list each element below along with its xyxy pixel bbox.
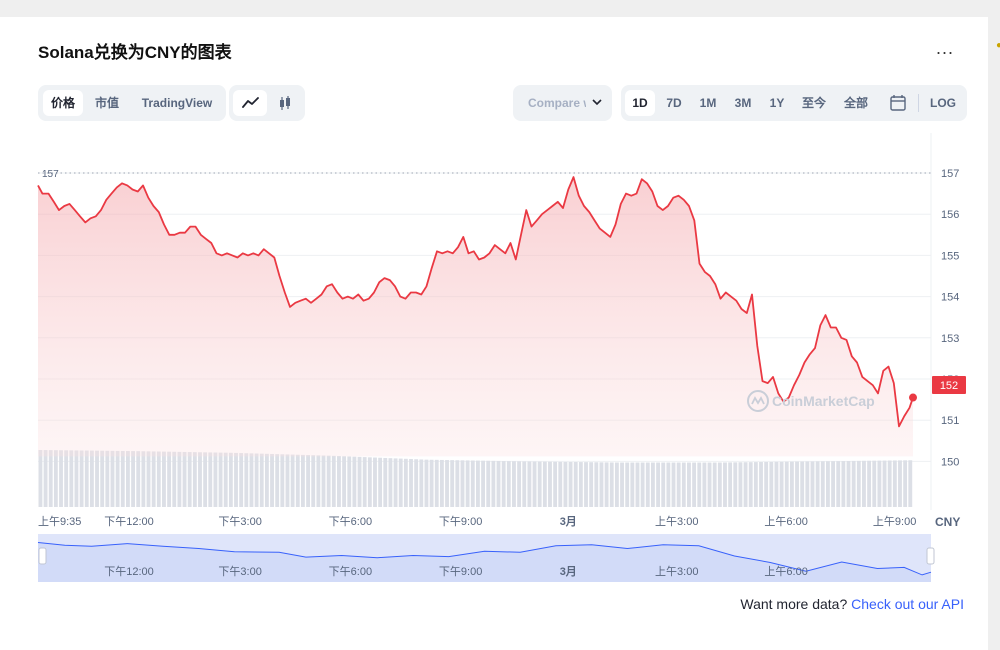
tab-range-all[interactable]: 全部 <box>838 90 874 116</box>
candlestick-icon[interactable] <box>269 90 301 116</box>
more-options-icon[interactable]: ... <box>936 38 954 59</box>
compare-label: Compare with <box>528 96 586 110</box>
chevron-down-icon <box>591 85 603 136</box>
tab-range-1d[interactable]: 1D <box>625 90 655 116</box>
chart-title: Solana兑换为CNY的图表 <box>38 43 232 62</box>
edge-indicator: ● <box>996 40 1000 51</box>
divider <box>918 94 919 112</box>
tab-range-1m[interactable]: 1M <box>693 90 723 116</box>
api-link[interactable]: Check out our API <box>851 596 964 612</box>
chart-style-toggle <box>229 85 305 121</box>
watermark: CoinMarketCap <box>746 389 875 413</box>
calendar-icon[interactable] <box>883 90 913 116</box>
watermark-text: CoinMarketCap <box>772 393 875 409</box>
api-promo: Want more data? Check out our API <box>740 596 964 612</box>
line-chart-icon[interactable] <box>233 90 267 116</box>
tab-price[interactable]: 价格 <box>43 90 83 116</box>
tab-tradingview[interactable]: TradingView <box>133 90 221 116</box>
compare-select[interactable]: Compare with <box>513 85 612 121</box>
tab-range-3m[interactable]: 3M <box>728 90 758 116</box>
tab-range-1y[interactable]: 1Y <box>762 90 792 116</box>
cmc-logo-icon <box>747 390 769 412</box>
log-scale-toggle[interactable]: LOG <box>924 90 962 116</box>
api-prompt: Want more data? <box>740 596 848 612</box>
time-range-tabs: 1D 7D 1M 3M 1Y 至今 全部 LOG <box>621 85 967 121</box>
browser-top-strip <box>0 0 1000 17</box>
chart-type-tabs: 价格 市值 TradingView <box>38 85 226 121</box>
tab-range-ytd[interactable]: 至今 <box>796 90 832 116</box>
tab-market-cap[interactable]: 市值 <box>87 90 127 116</box>
tab-range-7d[interactable]: 7D <box>659 90 689 116</box>
